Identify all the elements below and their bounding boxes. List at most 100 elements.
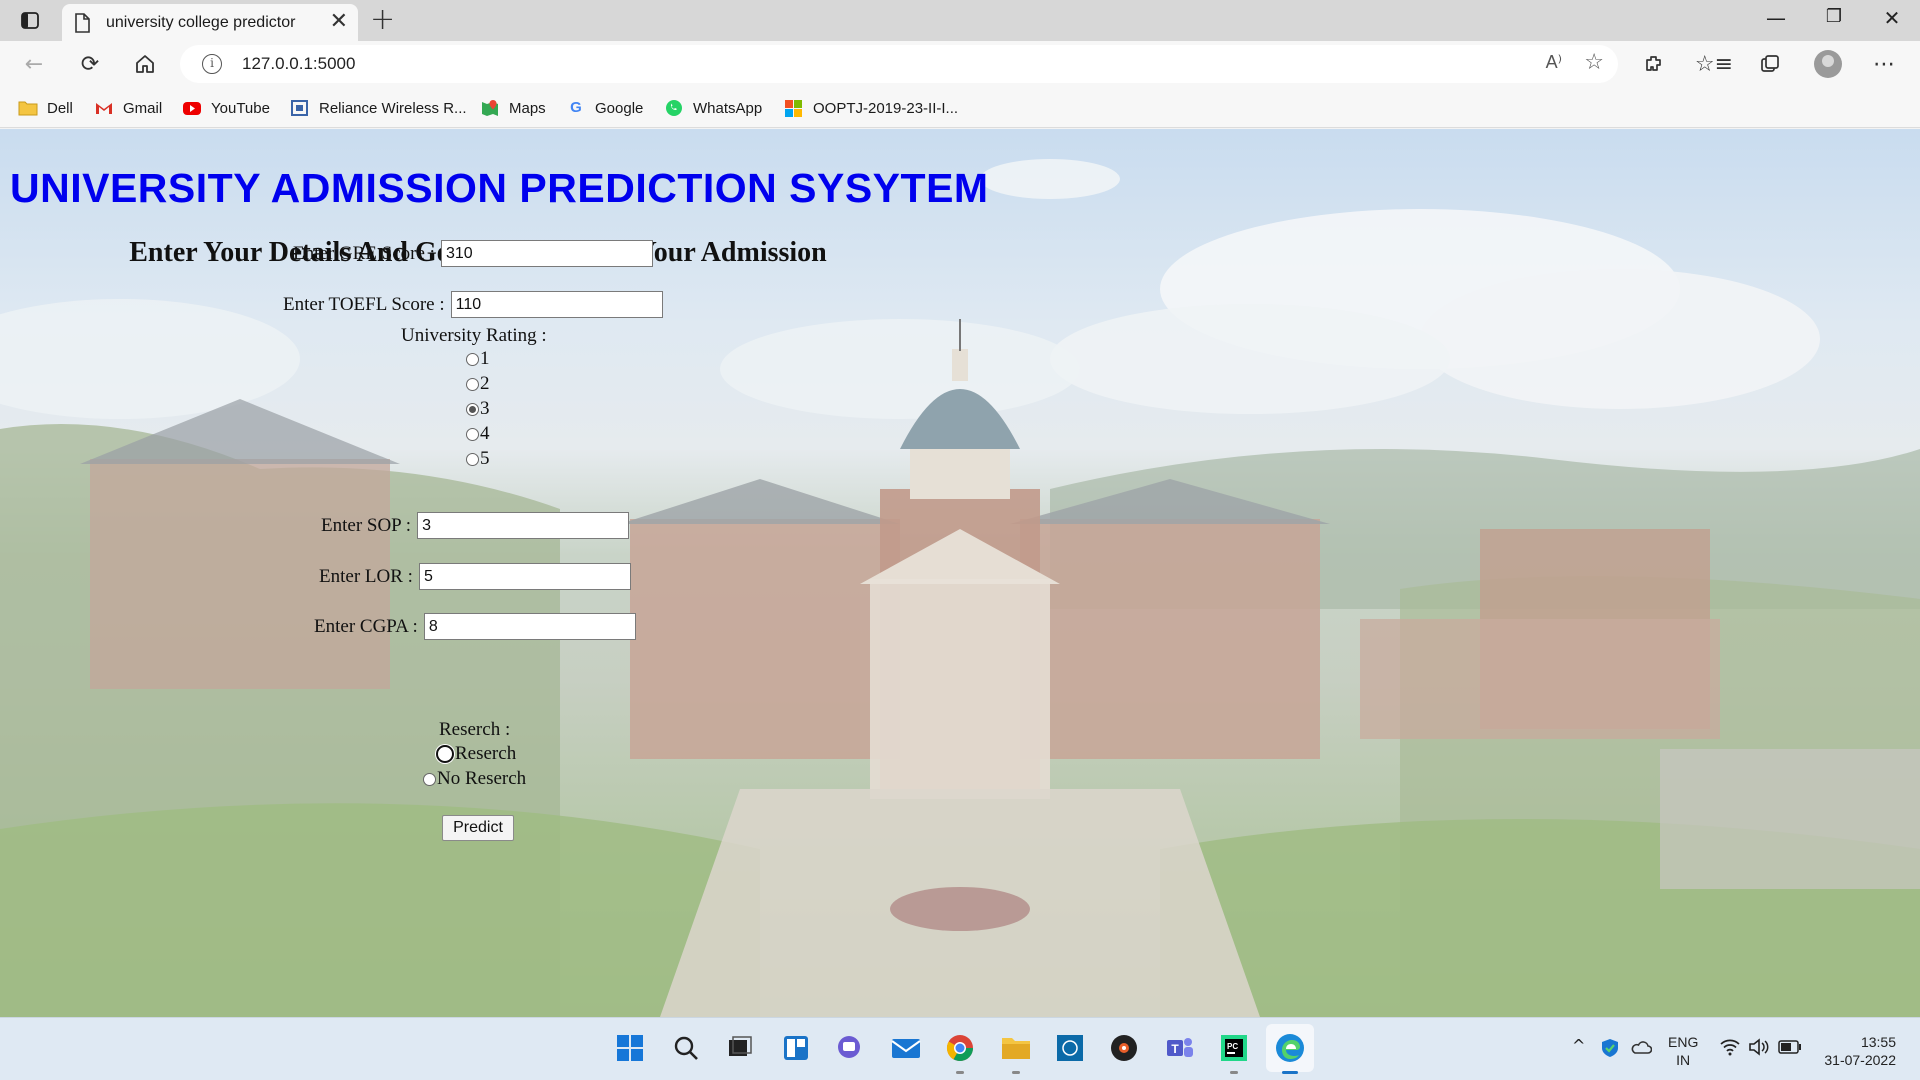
read-aloud-icon[interactable]: A⁾ — [1546, 52, 1562, 73]
close-window-icon[interactable]: ✕ — [1872, 6, 1912, 30]
radio-label: No Reserch — [437, 768, 527, 789]
bookmark-label: Dell — [47, 99, 73, 117]
page-icon — [74, 13, 90, 37]
browser-tab[interactable]: university college predictor ✕ — [62, 4, 358, 41]
back-icon[interactable]: ← — [20, 50, 48, 78]
bookmark-label: WhatsApp — [693, 99, 763, 117]
gre-row: Enter GRE Score : — [293, 240, 653, 267]
mail-icon[interactable] — [888, 1030, 924, 1066]
more-menu-icon[interactable]: ⋯ — [1870, 50, 1898, 78]
rating-option-5[interactable]: 5 — [466, 448, 490, 470]
active-indicator — [1282, 1071, 1298, 1074]
region-code: IN — [1676, 1052, 1691, 1068]
search-icon[interactable] — [668, 1030, 704, 1066]
profile-avatar[interactable] — [1814, 50, 1842, 78]
refresh-icon[interactable]: ⟳ — [76, 50, 104, 78]
language-indicator[interactable]: ENG IN — [1668, 1033, 1698, 1069]
tab-actions-icon[interactable] — [16, 9, 44, 33]
bookmark-reliance[interactable]: Reliance Wireless R... — [290, 96, 467, 120]
radio-label: 2 — [480, 373, 490, 394]
youtube-icon — [182, 99, 202, 117]
bookmark-label: YouTube — [211, 99, 270, 117]
language-code: ENG — [1668, 1034, 1699, 1050]
microsoft-icon — [784, 99, 804, 117]
bookmark-google[interactable]: G Google — [566, 96, 643, 120]
extensions-icon[interactable] — [1640, 50, 1668, 78]
minimize-icon[interactable]: — — [1756, 6, 1796, 30]
clock[interactable]: 13:55 31-07-2022 — [1816, 1033, 1896, 1069]
radio-button[interactable] — [423, 772, 436, 786]
edge-icon[interactable] — [1266, 1024, 1314, 1074]
toefl-label: Enter TOEFL Score : — [283, 293, 445, 315]
chat-icon[interactable] — [832, 1030, 868, 1066]
cgpa-input[interactable] — [423, 613, 636, 640]
page-viewport: UNIVERSITY ADMISSION PREDICTION SYSYTEM … — [0, 129, 1920, 1017]
bookmarks-bar: Dell Gmail YouTube Reliance Wireless R..… — [0, 88, 1920, 128]
radio-button[interactable] — [466, 377, 479, 391]
close-tab-icon[interactable]: ✕ — [330, 11, 348, 33]
bookmark-dell[interactable]: Dell — [18, 96, 73, 120]
chrome-icon[interactable] — [942, 1030, 978, 1074]
lor-input[interactable] — [418, 563, 631, 590]
bookmark-maps[interactable]: Maps — [480, 96, 546, 120]
bookmark-label: Gmail — [123, 99, 163, 117]
svg-text:T: T — [1171, 1042, 1179, 1056]
security-shield-icon[interactable] — [1600, 1038, 1620, 1062]
task-view-icon[interactable] — [722, 1030, 758, 1066]
volume-icon[interactable] — [1748, 1038, 1770, 1060]
dell-app-icon[interactable] — [1052, 1030, 1088, 1066]
page-title: UNIVERSITY ADMISSION PREDICTION SYSYTEM — [10, 165, 989, 211]
sop-label: Enter SOP : — [321, 514, 412, 536]
radio-button[interactable] — [466, 352, 479, 366]
gre-input[interactable] — [440, 240, 653, 267]
start-icon[interactable] — [612, 1030, 648, 1066]
radio-label: 5 — [480, 448, 490, 469]
sop-input[interactable] — [417, 512, 630, 539]
maps-icon — [480, 99, 500, 117]
research-option-yes[interactable]: Reserch — [436, 743, 516, 765]
radio-label: 1 — [480, 348, 490, 369]
collections-icon[interactable] — [1756, 50, 1784, 78]
tab-bar: university college predictor ✕ + — ❐ ✕ — [0, 0, 1920, 41]
rating-option-2[interactable]: 2 — [466, 373, 490, 395]
running-indicator — [1230, 1071, 1238, 1074]
address-bar[interactable]: i 127.0.0.1:5000 A⁾ ☆ — [180, 45, 1618, 83]
bookmark-gmail[interactable]: Gmail — [94, 96, 162, 120]
bookmark-youtube[interactable]: YouTube — [182, 96, 270, 120]
radio-button[interactable] — [466, 427, 479, 441]
url-text: 127.0.0.1:5000 — [242, 54, 356, 73]
favorites-icon[interactable]: ☆≡ — [1695, 50, 1733, 78]
bookmark-ooptj[interactable]: OOPTJ-2019-23-II-I... — [784, 96, 958, 120]
onedrive-cloud-icon[interactable] — [1630, 1038, 1653, 1060]
pycharm-icon[interactable]: PC — [1216, 1030, 1252, 1074]
rating-option-3[interactable]: 3 — [466, 398, 490, 420]
page-icon — [290, 99, 310, 117]
battery-icon[interactable] — [1778, 1039, 1802, 1058]
bookmark-label: OOPTJ-2019-23-II-I... — [813, 99, 959, 117]
teams-icon[interactable]: T — [1162, 1030, 1198, 1066]
lor-label: Enter LOR : — [319, 565, 413, 587]
toefl-row: Enter TOEFL Score : — [283, 291, 663, 318]
predict-button[interactable]: Predict — [442, 815, 514, 841]
wifi-icon[interactable] — [1720, 1038, 1740, 1060]
site-info-icon[interactable]: i — [202, 54, 222, 74]
bookmark-label: Maps — [509, 99, 546, 117]
bookmark-whatsapp[interactable]: WhatsApp — [664, 96, 762, 120]
research-option-no[interactable]: No Reserch — [423, 768, 526, 790]
chevron-up-icon[interactable]: ^ — [1572, 1036, 1585, 1055]
windows-taskbar: T PC ^ ENG IN 13:55 31-07-2022 — [0, 1017, 1920, 1080]
widgets-icon[interactable] — [778, 1030, 814, 1066]
radio-button[interactable] — [466, 452, 479, 466]
file-explorer-icon[interactable] — [998, 1030, 1034, 1074]
radio-button-selected[interactable] — [466, 402, 479, 416]
home-icon[interactable] — [131, 50, 159, 78]
whatsapp-icon — [664, 99, 684, 117]
rating-option-4[interactable]: 4 — [466, 423, 490, 445]
radio-button-focused[interactable] — [436, 745, 454, 763]
restore-icon[interactable]: ❐ — [1814, 6, 1854, 27]
toefl-input[interactable] — [450, 291, 663, 318]
new-tab-icon[interactable]: + — [370, 4, 395, 36]
rating-option-1[interactable]: 1 — [466, 348, 490, 370]
media-player-icon[interactable] — [1106, 1030, 1142, 1066]
add-favorite-icon[interactable]: ☆ — [1584, 50, 1604, 75]
